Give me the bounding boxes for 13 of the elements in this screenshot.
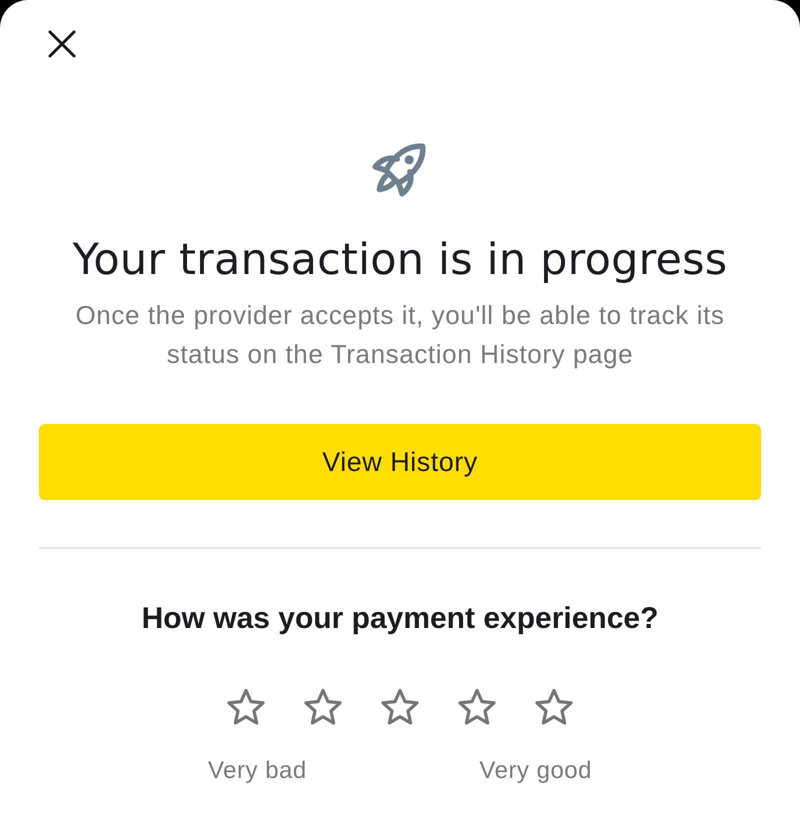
star-rating[interactable]	[226, 688, 574, 726]
status-title: Your transaction is in progress	[72, 234, 728, 286]
star-icon[interactable]	[380, 688, 420, 726]
rating-question: How was your payment experience?	[142, 601, 658, 637]
star-icon[interactable]	[303, 688, 343, 726]
star-icon[interactable]	[457, 688, 497, 726]
rating-low-label: Very bad	[208, 756, 307, 786]
star-icon[interactable]	[534, 688, 574, 726]
close-icon[interactable]	[48, 30, 76, 58]
rating-high-label: Very good	[479, 756, 592, 786]
star-icon[interactable]	[226, 688, 266, 726]
view-history-button[interactable]: View History	[39, 424, 761, 500]
status-message: Once the provider accepts it, you'll be able to track its status on the Transaction History page	[74, 299, 726, 371]
